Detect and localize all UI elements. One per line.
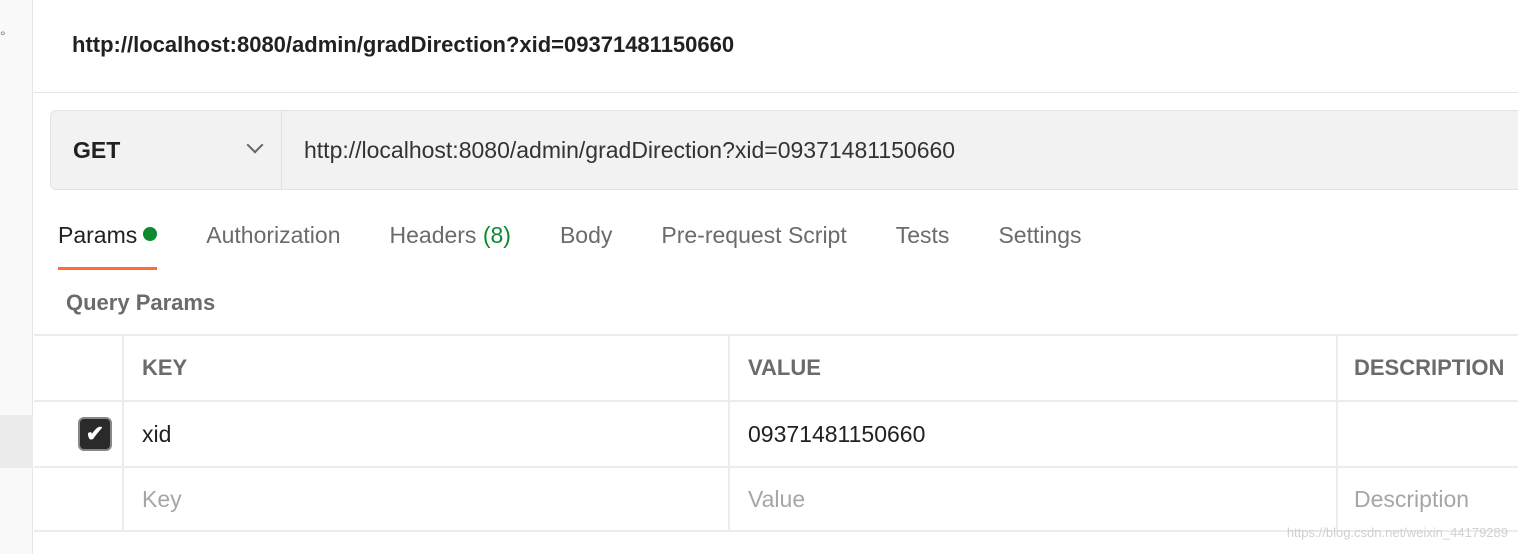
param-value[interactable]: 09371481150660: [730, 402, 1338, 466]
header-checkbox-cell: [34, 336, 124, 400]
new-value-input[interactable]: Value: [730, 468, 1338, 530]
tab-label: Headers: [389, 222, 477, 248]
query-params-heading: Query Params: [66, 290, 216, 315]
tab-settings[interactable]: Settings: [998, 222, 1081, 270]
checkmark-icon: ✔: [85, 421, 105, 446]
tab-params[interactable]: Params: [58, 222, 158, 270]
table-header-row: KEY VALUE DESCRIPTION: [34, 334, 1518, 400]
table-row-new: Key Value Description: [34, 466, 1518, 532]
divider: [34, 92, 1518, 93]
status-dot-icon: [143, 227, 158, 241]
sidebar-selected-item[interactable]: [0, 415, 33, 468]
row-enabled-checkbox[interactable]: ✔: [78, 417, 112, 451]
table-row: ✔ xid 09371481150660: [34, 400, 1518, 466]
params-table: KEY VALUE DESCRIPTION ✔ xid 093714811506…: [34, 334, 1518, 532]
param-description[interactable]: [1338, 402, 1518, 466]
header-description: DESCRIPTION: [1354, 355, 1505, 380]
tab-pre-request-script[interactable]: Pre-request Script: [661, 222, 846, 270]
method-label: GET: [73, 136, 121, 163]
sidebar-glyph: °: [0, 28, 6, 44]
tab-authorization[interactable]: Authorization: [206, 222, 340, 270]
tab-body[interactable]: Body: [560, 222, 612, 270]
tab-label: Params: [58, 222, 138, 248]
new-description-input[interactable]: Description: [1338, 468, 1518, 530]
sidebar: °: [0, 0, 33, 554]
param-key[interactable]: xid: [124, 402, 730, 466]
request-bar: GET http://localhost:8080/admin/gradDire…: [50, 110, 1518, 190]
request-tabs: Params Authorization Headers (8) Body Pr…: [58, 222, 1131, 270]
header-value: VALUE: [730, 336, 1338, 400]
main-panel: http://localhost:8080/admin/gradDirectio…: [34, 0, 1518, 554]
checkbox-cell: [34, 468, 124, 530]
checkbox-cell: ✔: [34, 402, 124, 466]
header-key: KEY: [124, 336, 730, 400]
url-input[interactable]: http://localhost:8080/admin/gradDirectio…: [282, 111, 955, 189]
headers-count: (8): [482, 222, 511, 248]
tab-headers[interactable]: Headers (8): [390, 222, 511, 270]
watermark: https://blog.csdn.net/weixin_44179289: [1286, 525, 1508, 540]
method-select[interactable]: GET: [51, 111, 282, 189]
chevron-down-icon: [246, 136, 264, 154]
request-title: http://localhost:8080/admin/gradDirectio…: [72, 32, 735, 57]
new-key-input[interactable]: Key: [124, 468, 730, 530]
tab-tests[interactable]: Tests: [896, 222, 950, 270]
